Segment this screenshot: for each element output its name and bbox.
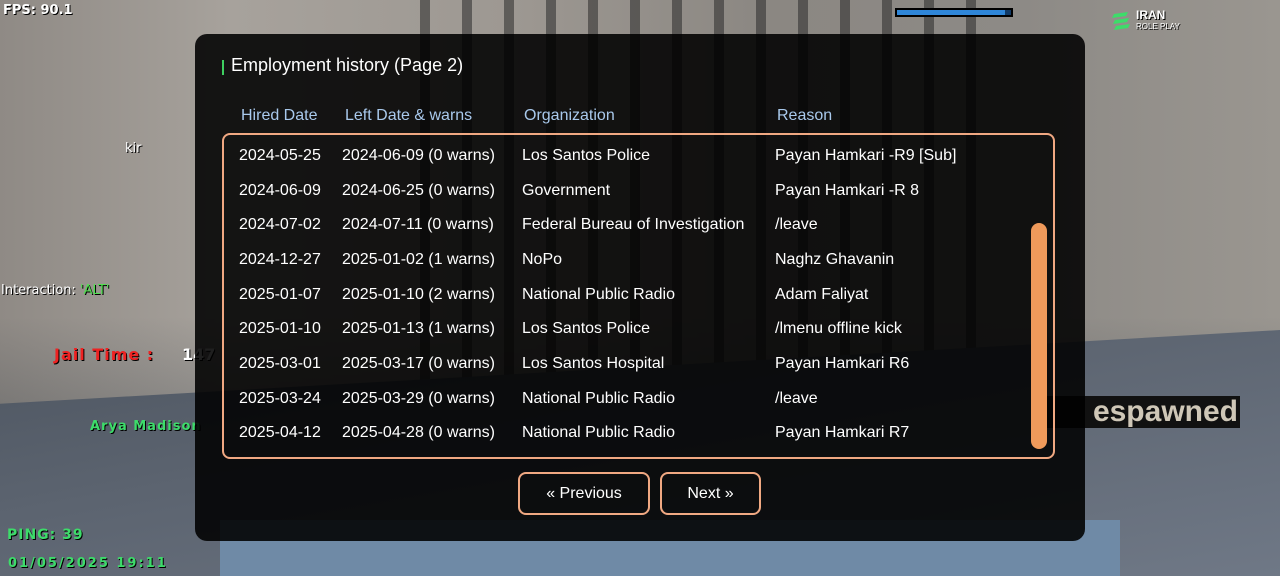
date-time: 01/05/2025 19:11 (8, 556, 168, 571)
table-row[interactable]: 2024-05-25 2024-06-09 (0 warns) Los Sant… (224, 140, 1053, 174)
organization-cell: Los Santos Police (522, 320, 651, 337)
table-row[interactable]: 2025-04-12 2025-04-28 (0 warns) National… (224, 417, 1053, 451)
organization-cell: Federal Bureau of Investigation (522, 216, 745, 233)
hired-date-cell: 2024-06-09 (239, 182, 321, 199)
left-date-cell: 2025-01-10 (2 warns) (342, 286, 495, 303)
hired-date-cell: 2025-03-01 (239, 355, 321, 372)
table-row[interactable]: 2024-06-09 2024-06-25 (0 warns) Governme… (224, 175, 1053, 209)
left-date-cell: 2025-01-02 (1 warns) (342, 251, 495, 268)
logo-sub-text: ROLE PLAY (1136, 22, 1180, 31)
hired-date-cell: 2024-05-25 (239, 147, 321, 164)
organization-cell: National Public Radio (522, 424, 675, 441)
column-header-reason: Reason (777, 107, 833, 124)
hired-date-cell: 2025-01-10 (239, 320, 321, 337)
column-header-hired-date: Hired Date (241, 107, 318, 124)
hired-date-cell: 2025-04-12 (239, 424, 321, 441)
organization-cell: Los Santos Hospital (522, 355, 665, 372)
nearby-player-label: kir (125, 141, 142, 156)
interaction-prefix: Interaction: (1, 283, 81, 298)
history-table[interactable]: 2024-05-25 2024-06-09 (0 warns) Los Sant… (222, 133, 1055, 459)
column-header-organization: Organization (524, 107, 615, 124)
organization-cell: NoPo (522, 251, 563, 268)
reason-cell: Payan Hamkari -R 8 (775, 182, 920, 199)
left-date-cell: 2024-06-09 (0 warns) (342, 147, 495, 164)
hired-date-cell: 2024-12-27 (239, 251, 321, 268)
fps-counter: FPS: 90.1 (3, 3, 73, 18)
reason-cell: Payan Hamkari -R9 [Sub] (775, 147, 957, 164)
left-date-cell: 2025-03-29 (0 warns) (342, 390, 495, 407)
health-bar (895, 8, 1013, 17)
server-logo: IRAN ROLE PLAY (1110, 8, 1190, 34)
ping-indicator: PING: 39 (7, 527, 84, 543)
reason-cell: Adam Faliyat (775, 286, 869, 303)
reason-cell: /leave (775, 390, 818, 407)
organization-cell: Los Santos Police (522, 147, 651, 164)
reason-cell: /lmenu offline kick (775, 320, 902, 337)
table-row[interactable]: 2025-03-24 2025-03-29 (0 warns) National… (224, 383, 1053, 417)
left-date-cell: 2024-06-25 (0 warns) (342, 182, 495, 199)
previous-page-button[interactable]: « Previous (518, 472, 650, 515)
table-row[interactable]: 2025-03-01 2025-03-17 (0 warns) Los Sant… (224, 348, 1053, 382)
interaction-key: 'ALT' (80, 283, 110, 298)
hired-date-cell: 2024-07-02 (239, 216, 321, 233)
left-date-cell: 2024-07-11 (0 warns) (342, 216, 494, 233)
table-row[interactable]: 2024-12-27 2025-01-02 (1 warns) NoPo Nag… (224, 244, 1053, 278)
reason-cell: Payan Hamkari R6 (775, 355, 910, 372)
left-date-cell: 2025-04-28 (0 warns) (342, 424, 495, 441)
reason-cell: /leave (775, 216, 818, 233)
employment-history-dialog: Employment history (Page 2) Hired Date L… (195, 34, 1085, 541)
hired-date-cell: 2025-01-07 (239, 286, 321, 303)
title-accent-bar (222, 60, 224, 75)
interaction-hint: Interaction: 'ALT' (1, 283, 109, 298)
column-header-left-date: Left Date & warns (345, 107, 473, 124)
player-name: Arya Madison (90, 419, 202, 434)
logo-text: IRAN ROLE PLAY (1136, 8, 1180, 32)
next-page-button[interactable]: Next » (660, 472, 761, 515)
reason-cell: Naghz Ghavanin (775, 251, 895, 268)
table-row[interactable]: 2025-01-10 2025-01-13 (1 warns) Los Sant… (224, 313, 1053, 347)
organization-cell: National Public Radio (522, 286, 675, 303)
table-row[interactable]: 2024-07-02 2024-07-11 (0 warns) Federal … (224, 209, 1053, 243)
health-bar-fill (897, 10, 1006, 15)
table-row[interactable]: 2025-01-07 2025-01-10 (2 warns) National… (224, 279, 1053, 313)
hired-date-cell: 2025-03-24 (239, 390, 321, 407)
table-scrollbar[interactable] (1031, 223, 1047, 449)
left-date-cell: 2025-03-17 (0 warns) (342, 355, 495, 372)
logo-main-text: IRAN (1136, 8, 1166, 22)
organization-cell: National Public Radio (522, 390, 675, 407)
left-date-cell: 2025-01-13 (1 warns) (342, 320, 495, 337)
reason-cell: Payan Hamkari R7 (775, 424, 910, 441)
organization-cell: Government (522, 182, 611, 199)
jail-time-label: Jail Time : (54, 345, 155, 364)
dialog-title: Employment history (Page 2) (231, 55, 464, 75)
logo-stripes-icon (1112, 12, 1130, 30)
